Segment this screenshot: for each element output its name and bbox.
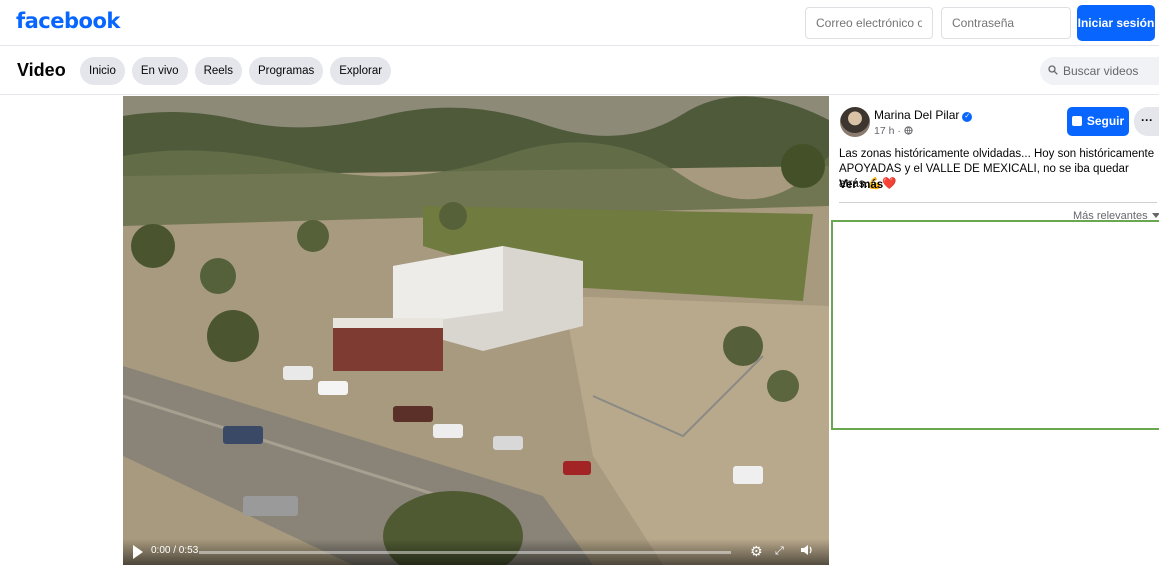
- follow-button[interactable]: Seguir: [1067, 107, 1129, 136]
- video-controls: 0:00 / 0:53 ⚙ ⤢: [123, 539, 829, 565]
- chevron-down-icon: [1151, 213, 1159, 218]
- tab-explorar[interactable]: Explorar: [330, 57, 392, 85]
- post-meta: 17 h ·: [874, 125, 913, 137]
- globe-icon: [904, 125, 913, 137]
- page-title: Video: [17, 60, 66, 80]
- settings-icon[interactable]: ⚙: [750, 543, 763, 559]
- email-field[interactable]: [805, 7, 933, 39]
- tab-en-vivo[interactable]: En vivo: [131, 57, 188, 85]
- follow-icon: [1071, 116, 1082, 126]
- tab-inicio[interactable]: Inicio: [80, 57, 125, 85]
- post-time: 17 h ·: [874, 125, 904, 137]
- nav-tabs: Inicio En vivo Reels Programas Explorar: [80, 57, 392, 85]
- facebook-logo[interactable]: facebook: [16, 9, 120, 33]
- video-timecode: 0:00 / 0:53: [151, 545, 199, 556]
- follow-label: Seguir: [1086, 114, 1125, 128]
- avatar[interactable]: [840, 107, 870, 137]
- video-player[interactable]: 0:00 / 0:53 ⚙ ⤢: [123, 96, 829, 565]
- see-more-link[interactable]: Ver más: [839, 179, 883, 191]
- tab-reels[interactable]: Reels: [194, 57, 242, 85]
- top-bar: facebook Iniciar sesión: [0, 0, 1159, 46]
- video-nav-bar: Video Inicio En vivo Reels Programas Exp…: [0, 47, 1159, 95]
- fullscreen-icon[interactable]: ⤢: [775, 543, 784, 559]
- post-text: Las zonas históricamente olvidadas... Ho…: [839, 148, 1155, 190]
- video-progress-bar[interactable]: [199, 551, 731, 554]
- play-icon[interactable]: [133, 545, 143, 559]
- tab-programas[interactable]: Programas: [248, 57, 324, 85]
- verified-badge-icon: ✓: [962, 112, 973, 122]
- video-frame-aerial-view: [123, 96, 829, 565]
- password-field[interactable]: [941, 7, 1071, 39]
- search-placeholder: Buscar videos: [1063, 64, 1139, 78]
- search-videos-input[interactable]: Buscar videos: [1040, 57, 1159, 85]
- search-icon: [1048, 57, 1058, 85]
- more-options-button[interactable]: ···: [1134, 107, 1159, 136]
- author-name[interactable]: Marina Del Pilar ✓: [874, 108, 973, 122]
- divider: [839, 202, 1157, 203]
- login-button[interactable]: Iniciar sesión: [1077, 5, 1155, 41]
- post-side-panel: Marina Del Pilar ✓ 17 h · Seguir ··· Las …: [829, 96, 1159, 565]
- highlight-box: [831, 220, 1159, 430]
- author-name-text: Marina Del Pilar: [874, 108, 960, 122]
